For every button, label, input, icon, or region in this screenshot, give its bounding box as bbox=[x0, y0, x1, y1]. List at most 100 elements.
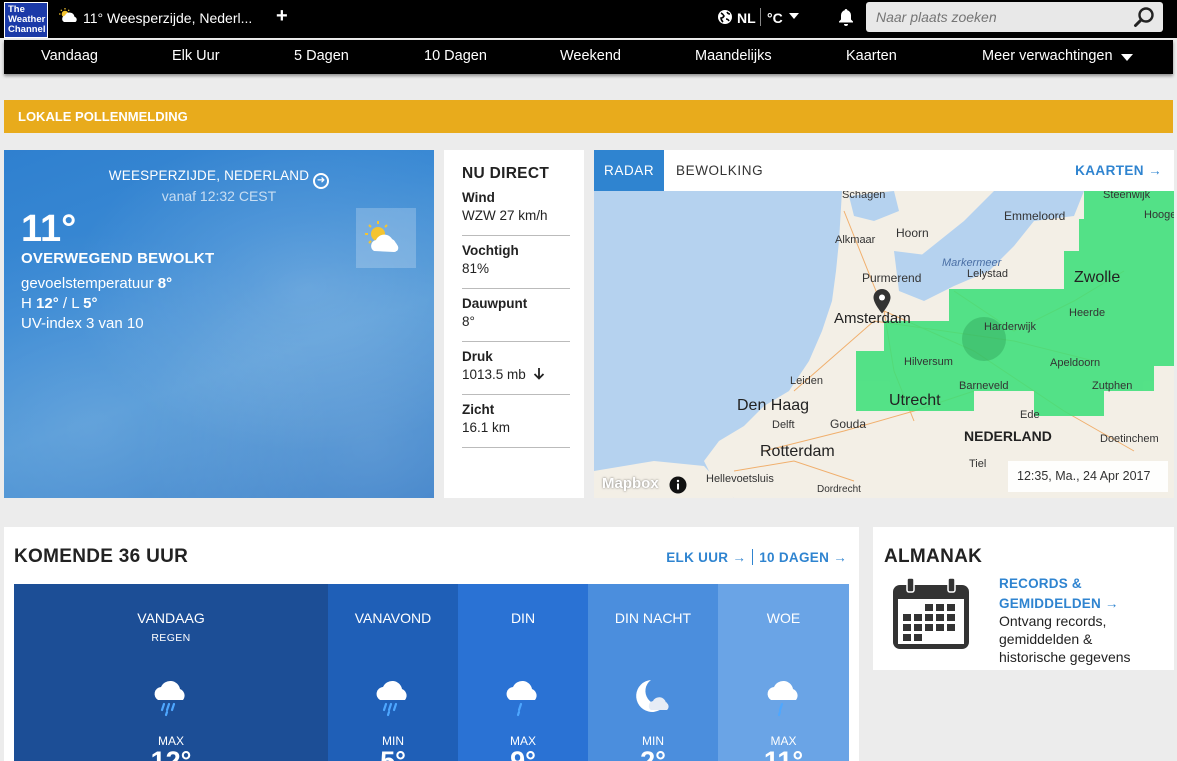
bell-icon[interactable] bbox=[838, 8, 854, 31]
nav-item-5-dagen[interactable]: 5 Dagen bbox=[294, 48, 349, 64]
arrow-down-icon bbox=[530, 367, 545, 382]
10-day-link[interactable]: 10 DAGEN → bbox=[759, 550, 847, 565]
radar-map[interactable]: Schagen Steenwijk Hooge Alkmaar Hoorn Em… bbox=[594, 189, 1174, 498]
map-label-gouda: Gouda bbox=[830, 417, 866, 431]
chevron-down-icon[interactable] bbox=[789, 13, 799, 19]
now-value: 81% bbox=[462, 261, 490, 276]
map-label-rotterdam: Rotterdam bbox=[760, 443, 835, 460]
forecast-column-tuesday[interactable]: DIN MAX 9° bbox=[458, 584, 588, 761]
map-label-zwolle: Zwolle bbox=[1074, 269, 1120, 286]
language-selector[interactable]: NL bbox=[737, 10, 756, 26]
condition-phrase: OVERWEGEND BEWOLKT bbox=[21, 250, 215, 267]
condition-icon-box bbox=[356, 208, 416, 268]
now-label: Wind bbox=[462, 190, 495, 205]
map-label-delft: Delft bbox=[772, 419, 795, 431]
map-label-zutphen: Zutphen bbox=[1092, 380, 1132, 392]
chevron-down-icon[interactable] bbox=[1121, 54, 1133, 61]
nav-item-kaarten[interactable]: Kaarten bbox=[846, 48, 897, 64]
tab-radar[interactable]: RADAR bbox=[594, 150, 664, 191]
current-location-title[interactable]: WEESPERZIJDE, NEDERLAND ➜ bbox=[4, 168, 434, 189]
arrow-right-icon: → bbox=[1104, 596, 1119, 611]
now-label: Druk bbox=[462, 349, 493, 364]
map-label-hoorn: Hoorn bbox=[896, 226, 929, 240]
arrow-right-circle-icon[interactable]: ➜ bbox=[313, 173, 330, 189]
nav-item-elk-uur[interactable]: Elk Uur bbox=[172, 48, 220, 64]
forecast-column-wednesday[interactable]: WOE MAX 11° bbox=[718, 584, 849, 761]
period-temperature: 2° bbox=[640, 746, 666, 761]
forecast-column-tuesday-night[interactable]: DIN NACHT MIN 2° bbox=[588, 584, 718, 761]
period-name: VANAVOND bbox=[354, 610, 432, 626]
info-icon[interactable] bbox=[669, 476, 687, 498]
map-label-alkmaar: Alkmaar bbox=[835, 234, 876, 246]
map-label-hooge: Hooge bbox=[1144, 209, 1174, 221]
radar-card: RADAR BEWOLKING KAARTEN → Schagen Steenw… bbox=[594, 150, 1174, 498]
nav-item-weekend[interactable]: Weekend bbox=[560, 48, 621, 64]
search-input[interactable] bbox=[866, 2, 1126, 32]
high-low: H 12° / L 5° bbox=[21, 295, 98, 312]
current-location-link[interactable]: 11° Weesperzijde, Nederl... bbox=[83, 10, 252, 26]
map-label-dordrecht: Dordrecht bbox=[817, 484, 861, 495]
map-label-leiden: Leiden bbox=[790, 375, 823, 387]
mapbox-logo[interactable]: Mapbox bbox=[602, 475, 659, 492]
hourly-link-label: ELK UUR bbox=[666, 550, 729, 565]
search-icon[interactable] bbox=[1133, 6, 1155, 33]
10-day-link-label: 10 DAGEN bbox=[759, 550, 830, 565]
map-label-harderwijk: Harderwijk bbox=[984, 321, 1036, 333]
now-label: Vochtigh bbox=[462, 243, 519, 258]
now-value: 1013.5 mb bbox=[462, 367, 570, 382]
partly-cloudy-sun-icon bbox=[356, 221, 416, 272]
rain-cloud-icon bbox=[369, 672, 417, 725]
map-label-amsterdam: Amsterdam bbox=[834, 310, 911, 327]
observation-time: vanaf 12:32 CEST bbox=[161, 188, 277, 204]
weather-channel-logo[interactable]: The Weather Channel bbox=[4, 2, 48, 38]
nav-item-vandaag[interactable]: Vandaag bbox=[41, 48, 98, 64]
hourly-link[interactable]: ELK UUR → bbox=[666, 550, 746, 565]
map-label-den-haag: Den Haag bbox=[737, 397, 809, 414]
low-label: / L bbox=[62, 295, 79, 312]
forecast-column-today[interactable]: VANDAAG REGEN MAX 12° bbox=[14, 584, 328, 761]
arrow-right-icon: → bbox=[1148, 163, 1162, 178]
forecast-title: KOMENDE 36 UUR bbox=[14, 546, 189, 567]
period-name: DIN NACHT bbox=[614, 610, 692, 626]
period-name: DIN bbox=[510, 610, 536, 626]
map-label-schagen: Schagen bbox=[842, 191, 885, 201]
calendar-icon bbox=[891, 577, 971, 656]
map-label-ede: Ede bbox=[1020, 409, 1040, 421]
period-name: VANDAAG bbox=[137, 610, 205, 626]
almanac-description: Ontvang records, gemiddelden & historisc… bbox=[999, 613, 1131, 665]
high-value: 12° bbox=[36, 295, 59, 312]
now-row-humidity: Vochtigh 81% bbox=[462, 236, 570, 289]
nav-item-meer-verwachtingen[interactable]: Meer verwachtingen bbox=[982, 48, 1113, 64]
now-row-pressure: Druk 1013.5 mb bbox=[462, 342, 570, 395]
map-label-hilversum: Hilversum bbox=[904, 356, 953, 368]
map-label-heerde: Heerde bbox=[1069, 307, 1105, 319]
map-label-emmeloord: Emmeloord bbox=[1004, 209, 1065, 223]
feels-like: gevoelstemperatuur 8° bbox=[21, 275, 172, 292]
current-temperature: 11° bbox=[21, 208, 77, 250]
pollen-alert-banner[interactable]: LOKALE POLLENMELDING bbox=[4, 100, 1173, 133]
tab-cloud[interactable]: BEWOLKING bbox=[676, 163, 763, 178]
current-location-name: WEESPERZIJDE, NEDERLAND bbox=[108, 168, 310, 183]
nav-item-maandelijks[interactable]: Maandelijks bbox=[695, 48, 772, 64]
arrow-right-icon: → bbox=[833, 550, 847, 565]
rain-cloud-icon bbox=[147, 672, 195, 725]
period-temperature: 5° bbox=[380, 746, 406, 761]
now-label: Dauwpunt bbox=[462, 296, 528, 311]
current-conditions-card: WEESPERZIJDE, NEDERLAND ➜ vanaf 12:32 CES… bbox=[4, 150, 434, 498]
map-label-purmerend: Purmerend bbox=[862, 271, 921, 285]
map-label-barneveld: Barneveld bbox=[959, 380, 1009, 392]
partly-cloudy-sun-icon bbox=[58, 8, 80, 29]
moon-cloud-icon bbox=[629, 672, 677, 725]
nav-item-10-dagen[interactable]: 10 Dagen bbox=[424, 48, 487, 64]
almanac-card: ALMANAK RECORDS & GEMIDDELDEN → Ontvang … bbox=[873, 527, 1174, 670]
forecast-column-tonight[interactable]: VANAVOND MIN 5° bbox=[328, 584, 458, 761]
map-label-lelystad: Lelystad bbox=[967, 268, 1008, 280]
now-value: 8° bbox=[462, 314, 475, 329]
maps-link[interactable]: KAARTEN → bbox=[1075, 163, 1162, 178]
period-temperature: 11° bbox=[763, 746, 804, 761]
right-now-panel: NU DIRECT Wind WZW 27 km/h Vochtigh 81% … bbox=[444, 150, 584, 498]
records-averages-link[interactable]: RECORDS & GEMIDDELDEN → bbox=[999, 574, 1159, 614]
globe-icon[interactable] bbox=[717, 9, 733, 30]
add-location-button[interactable]: + bbox=[276, 6, 288, 26]
unit-selector[interactable]: °C bbox=[767, 10, 783, 26]
